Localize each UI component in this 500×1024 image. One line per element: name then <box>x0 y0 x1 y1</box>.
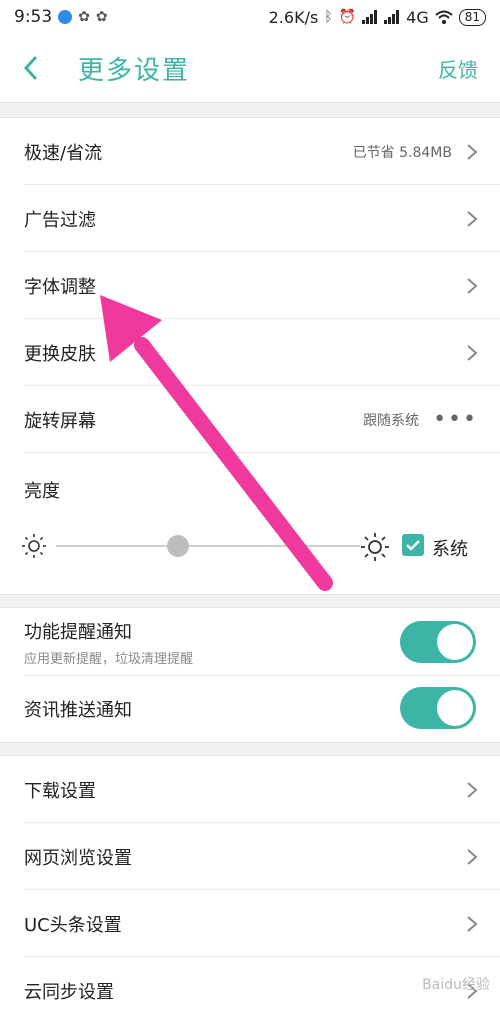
chevron-right-icon <box>467 848 478 865</box>
rotate-screen-row[interactable]: 旋转屏幕 跟随系统 ••• <box>0 386 500 453</box>
brightness-thumb[interactable] <box>166 535 189 557</box>
battery-indicator: 81 <box>458 8 486 26</box>
function-notify-label: 功能提醒通知 <box>24 621 132 643</box>
download-settings-label: 下载设置 <box>24 780 96 802</box>
signal-icon-2 <box>384 10 400 24</box>
section-divider <box>0 742 500 756</box>
news-notify-toggle[interactable] <box>400 687 476 729</box>
speed-mode-row[interactable]: 极速/省流 已节省 5.84MB <box>0 118 500 185</box>
function-notify-sub: 应用更新提醒，垃圾清理提醒 <box>24 651 194 667</box>
more-dots-icon[interactable]: ••• <box>433 407 478 432</box>
watermark: Baidu经验 <box>422 977 490 993</box>
page-title: 更多设置 <box>78 55 191 86</box>
speed-mode-value: 已节省 5.84MB <box>352 144 452 161</box>
function-notify-toggle[interactable] <box>400 621 476 663</box>
skin-label: 更换皮肤 <box>24 343 96 365</box>
toggle-knob <box>437 624 473 660</box>
feedback-button[interactable]: 反馈 <box>438 54 478 83</box>
download-settings-row[interactable]: 下载设置 <box>0 756 500 823</box>
network-speed: 2.6K/s <box>268 7 319 27</box>
wifi-icon <box>435 10 453 24</box>
signal-icon <box>362 10 378 24</box>
alarm-icon: ⏰ <box>338 9 357 25</box>
ad-filter-row[interactable]: 广告过滤 <box>0 185 500 252</box>
top-bar: 更多设置 反馈 <box>0 34 500 102</box>
section-divider <box>0 594 500 608</box>
bluetooth-icon: ᛒ <box>324 9 333 25</box>
brightness-control: 系统 <box>20 528 480 564</box>
checkmark-icon <box>406 540 420 551</box>
sun-bright-icon <box>361 533 389 561</box>
font-adjust-label: 字体调整 <box>24 276 96 298</box>
uc-notification-icon: ✿ <box>78 9 90 25</box>
uc-headline-settings-row[interactable]: UC头条设置 <box>0 890 500 957</box>
chevron-right-icon <box>467 210 478 227</box>
chevron-right-icon <box>467 915 478 932</box>
news-notify-row: 资讯推送通知 <box>0 676 500 742</box>
sun-dim-icon <box>22 534 46 558</box>
chevron-right-icon <box>467 277 478 294</box>
chevron-left-icon <box>23 56 37 80</box>
font-adjust-row[interactable]: 字体调整 <box>0 252 500 319</box>
rotate-screen-label: 旋转屏幕 <box>24 410 96 432</box>
section-divider <box>0 102 500 118</box>
app-notification-icon <box>58 10 73 24</box>
uc-headline-settings-label: UC头条设置 <box>24 914 122 936</box>
ad-filter-label: 广告过滤 <box>24 209 96 231</box>
skin-row[interactable]: 更换皮肤 <box>0 319 500 386</box>
brightness-row: 亮度 <box>0 458 500 522</box>
chevron-right-icon <box>467 781 478 798</box>
status-bar: 9:53 ✿ ✿ 2.6K/s ᛒ ⏰ 4G 81 <box>0 0 500 34</box>
uc-notification-icon-2: ✿ <box>95 9 108 25</box>
brightness-track[interactable] <box>56 545 360 547</box>
system-brightness-label: 系统 <box>432 539 468 560</box>
function-notify-row: 功能提醒通知 应用更新提醒，垃圾清理提醒 <box>0 608 500 676</box>
chevron-right-icon <box>467 143 478 160</box>
news-notify-label: 资讯推送通知 <box>24 700 132 721</box>
browse-settings-row[interactable]: 网页浏览设置 <box>0 823 500 890</box>
speed-mode-label: 极速/省流 <box>24 142 103 164</box>
rotate-screen-value: 跟随系统 <box>363 412 420 429</box>
system-brightness-checkbox[interactable] <box>402 534 424 556</box>
browse-settings-label: 网页浏览设置 <box>24 847 132 869</box>
brightness-label: 亮度 <box>24 481 60 502</box>
status-time: 9:53 <box>14 7 53 27</box>
toggle-knob <box>437 690 473 726</box>
back-button[interactable] <box>22 54 50 82</box>
network-type: 4G <box>406 7 429 27</box>
chevron-right-icon <box>467 344 478 361</box>
